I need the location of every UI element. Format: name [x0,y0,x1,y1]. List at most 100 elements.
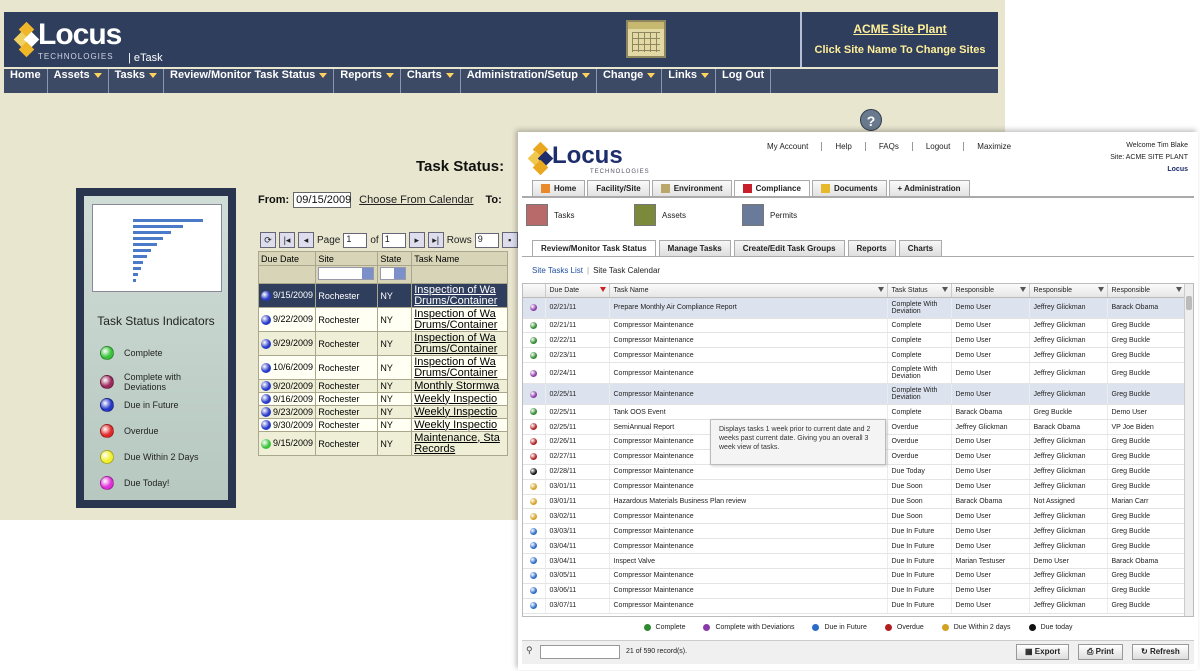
subtab-manage-tasks[interactable]: Manage Tasks [658,240,731,256]
save-icon[interactable]: ▪ [501,232,518,248]
site-name-link[interactable]: ACME Site Plant [802,22,998,36]
prev-page-icon[interactable]: ◂ [298,232,314,248]
task-name-link[interactable]: Drums/Container [414,344,505,355]
grid-scrollbar[interactable] [1184,284,1193,616]
subtab-review-monitor-task-status[interactable]: Review/Monitor Task Status [532,240,656,256]
tab--administration[interactable]: + Administration [888,180,970,196]
table-row[interactable]: 02/21/11 Prepare Monthly Air Compliance R… [523,297,1186,319]
table-row[interactable]: 02/24/11 Compressor Maintenance Complete W… [523,362,1186,385]
chart-thumbnail[interactable] [92,204,222,292]
table-row[interactable]: 02/23/11 Compressor Maintenance Complete De… [523,347,1186,364]
tab-facility-site[interactable]: Facility/Site [587,180,650,196]
col-responsible-2[interactable]: Responsible [1029,284,1108,298]
table-row[interactable]: 02/25/11 Compressor Maintenance Complete W… [523,383,1186,406]
table-row[interactable]: 02/22/11 Compressor Maintenance Complete De… [523,332,1186,349]
site-tasks-list-link[interactable]: Site Tasks List [532,266,583,275]
task-name-link[interactable]: Drums/Container [414,296,505,307]
subtab-create-edit-task-groups[interactable]: Create/Edit Task Groups [733,240,845,256]
calendar-icon[interactable] [626,20,666,58]
nav-item-review-monitor-task-status[interactable]: Review/Monitor Task Status [164,69,335,93]
table-row[interactable]: 9/15/2009 Rochester NY Maintenance, Sta Reco… [257,431,508,456]
nav-item-administration-setup[interactable]: Administration/Setup [461,69,597,93]
site-filter-select[interactable] [315,265,379,284]
nav-item-charts[interactable]: Charts [401,69,461,93]
subtab-reports[interactable]: Reports [847,240,896,256]
table-row[interactable]: 9/20/2009 Rochester NY Monthly Stormwa [257,379,508,393]
task-name-link[interactable]: Monthly Stormwa [414,381,505,392]
col-state[interactable]: State [377,251,413,266]
from-date-input[interactable]: 09/15/2009 [293,192,351,208]
refresh-button[interactable]: ↻ Refresh [1132,644,1189,660]
col-task-status[interactable]: Task Status [887,284,952,298]
task-name-link[interactable]: Drums/Container [414,368,505,379]
export-button[interactable]: ▦ Export [1016,644,1070,660]
task-name-link[interactable]: Inspection of Wa [414,333,505,344]
tab-compliance[interactable]: Compliance [733,180,810,196]
task-name-link[interactable]: Inspection of Wa [414,309,505,320]
col-task-name[interactable]: Task Name [411,251,508,266]
nav-item-tasks[interactable]: Tasks [109,69,165,93]
table-row[interactable]: 10/6/2009 Rochester NY Inspection of Wa Drum… [257,355,508,380]
task-name-link[interactable]: Weekly Inspectio [414,420,505,431]
top-link-maximize[interactable]: Maximize [964,142,1024,151]
col-site[interactable]: Site [315,251,379,266]
print-button[interactable]: ⎙ Print [1078,644,1123,660]
site-line[interactable]: Site: ACME SITE PLANT [1110,152,1188,164]
task-name-link[interactable]: Records [414,444,505,455]
task-name-link[interactable]: Drums/Container [414,320,505,331]
table-row[interactable]: 03/06/11 Compressor Maintenance Due In Fut… [523,583,1186,599]
col-due-date[interactable]: Due Date [545,284,610,298]
col-task-name[interactable]: Task Name [609,284,888,298]
table-row[interactable]: 03/01/11 Compressor Maintenance Due Soon De… [523,479,1186,495]
table-row[interactable]: 03/04/11 Inspect Valve Due In Future Marian… [523,553,1186,569]
last-page-icon[interactable]: ▸| [427,232,444,248]
rows-input[interactable]: 9 [474,232,499,248]
nav-item-reports[interactable]: Reports [334,69,401,93]
table-row[interactable]: 03/05/11 Compressor Maintenance Due In Fut… [523,568,1186,584]
module-assets[interactable]: Assets [634,204,742,226]
task-name-link[interactable]: Inspection of Wa [414,285,505,296]
table-row[interactable]: 9/16/2009 Rochester NY Weekly Inspectio [257,392,508,406]
table-row[interactable]: 02/25/11 Tank OOS Event Complete Barack Oba… [523,404,1186,421]
task-name-link[interactable]: Weekly Inspectio [414,407,505,418]
table-row[interactable]: 03/03/11 Compressor Maintenance Due In Fut… [523,523,1186,540]
module-permits[interactable]: Permits [742,204,850,226]
top-link-faqs[interactable]: FAQs [866,142,913,151]
task-name-link[interactable]: Weekly Inspectio [414,394,505,405]
nav-item-links[interactable]: Links [662,69,717,93]
top-link-logout[interactable]: Logout [913,142,965,151]
col-due-date[interactable]: Due Date [257,251,317,266]
top-link-my-account[interactable]: My Account [754,142,823,151]
top-link-help[interactable]: Help [822,142,866,151]
nav-item-change[interactable]: Change [597,69,663,93]
choose-calendar-link[interactable]: Choose From Calendar [359,194,473,206]
tab-environment[interactable]: Environment [651,180,732,196]
table-row[interactable]: 9/15/2009 Rochester NY Inspection of Wa Drum… [257,283,508,308]
task-name-link[interactable]: Inspection of Wa [414,357,505,368]
tab-documents[interactable]: Documents [811,180,887,196]
nav-item-assets[interactable]: Assets [48,69,109,93]
site-task-calendar-link[interactable]: Site Task Calendar [593,266,660,275]
table-row[interactable]: 9/30/2009 Rochester NY Weekly Inspectio [257,418,508,432]
table-row[interactable]: 02/21/11 Compressor Maintenance Complete De… [523,318,1186,334]
nav-item-home[interactable]: Home [4,69,48,93]
table-row[interactable]: 03/04/11 Compressor Maintenance Due In Fut… [523,538,1186,555]
help-icon[interactable]: ? [860,109,882,131]
search-input[interactable] [540,645,620,659]
table-row[interactable]: 03/01/11 Hazardous Materials Business Pla… [523,494,1186,510]
first-page-icon[interactable]: |◂ [279,232,295,248]
subtab-charts[interactable]: Charts [898,240,943,256]
table-row[interactable]: 9/22/2009 Rochester NY Inspection of Wa Drum… [257,307,508,332]
state-filter-select[interactable] [377,265,413,284]
table-row[interactable]: 9/29/2009 Rochester NY Inspection of Wa Drum… [257,331,508,356]
next-page-icon[interactable]: ▸ [408,232,425,248]
nav-item-log-out[interactable]: Log Out [716,69,772,93]
page-select[interactable]: 1 [343,232,368,248]
table-row[interactable]: 03/02/11 Compressor Maintenance Due Soon De… [523,508,1186,525]
tab-home[interactable]: Home [532,180,586,196]
refresh-grid-icon[interactable]: ⟳ [260,232,276,248]
table-row[interactable]: 03/07/11 Compressor Maintenance Due In Fut… [523,598,1186,614]
table-row[interactable]: 02/28/11 Compressor Maintenance Due Today D… [523,464,1186,480]
col-responsible-1[interactable]: Responsible [951,284,1030,298]
module-tasks[interactable]: Tasks [526,204,634,226]
